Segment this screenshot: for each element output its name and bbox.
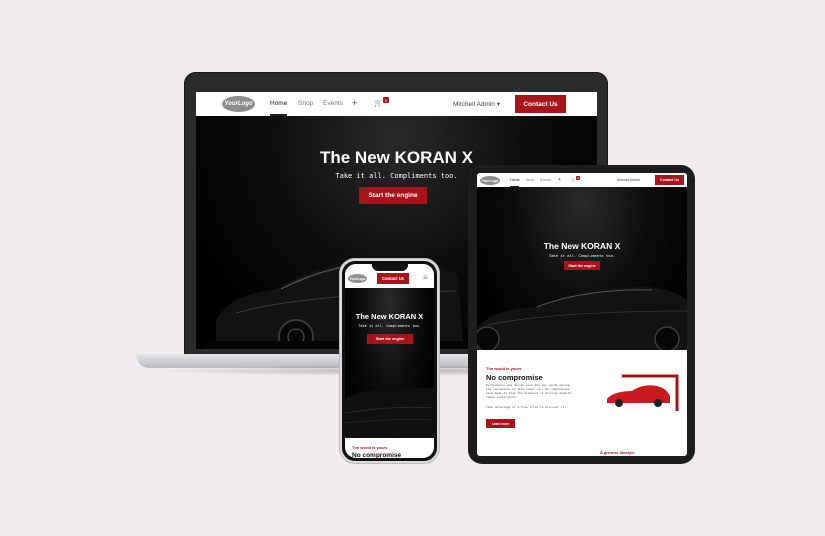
hero-subtitle: Take it all. Compliments too. [548, 253, 616, 258]
red-car-image: · · · [604, 374, 679, 418]
phone-screen: YourLogo Contact Us ≡ The New KORAN X Ta… [345, 264, 434, 458]
phone-notch [372, 264, 408, 271]
hero-subtitle: Take it all. Compliments too. [358, 324, 421, 328]
plus-icon[interactable]: + [558, 177, 561, 183]
hero-title: The New KORAN X [355, 312, 424, 321]
logo[interactable]: YourLogo [222, 96, 255, 112]
tablet-navbar: YourLogo Home Shop Events + 🛒 0 Mitchell… [477, 173, 687, 187]
cart-icon[interactable]: 🛒 [374, 99, 383, 107]
user-menu[interactable]: Mitchell Admin [617, 178, 640, 182]
cart-count-badge: 0 [576, 176, 580, 180]
contact-us-button[interactable]: Contact Us [377, 273, 409, 284]
contact-us-button[interactable]: Contact Us [515, 95, 566, 113]
section-title: No compromise [486, 373, 543, 382]
hamburger-menu-icon[interactable]: ≡ [423, 273, 428, 282]
nav-item-events[interactable]: Events [323, 100, 343, 107]
chevron-down-icon: ▾ [496, 101, 500, 108]
nav-item-shop[interactable]: Shop [526, 178, 534, 182]
next-section-heading: A greener lifestyle [600, 450, 635, 455]
plus-icon[interactable]: + [352, 98, 357, 108]
section-kicker: The world is yours [486, 366, 522, 371]
nav-item-shop[interactable]: Shop [298, 100, 313, 107]
logo[interactable]: YourLogo [348, 274, 367, 283]
user-name: Mitchell Admin [453, 101, 495, 108]
logo[interactable]: YourLogo [480, 176, 500, 185]
hero-section: The New KORAN X Take it all. Compliments… [345, 288, 434, 438]
contact-us-button[interactable]: Contact Us [655, 175, 684, 185]
cart-count-badge: 0 [383, 97, 389, 103]
hero-section: The New KORAN X Take it all. Compliments… [477, 187, 687, 350]
section-title: No compromise [352, 452, 402, 458]
start-engine-button[interactable]: Start the engine [367, 334, 413, 344]
nav-item-home[interactable]: Home [510, 178, 520, 182]
learn-more-button[interactable]: Learn more [486, 419, 515, 428]
laptop-navbar: YourLogo Home Shop Events + 🛒 0 Mitchell… [196, 92, 597, 116]
section-paragraph-trial: Take advantage of a free trial to discov… [486, 405, 567, 409]
car-image [345, 387, 434, 438]
hero-title: The New KORAN X [543, 241, 621, 251]
section-paragraph: Performance and design were the key word… [486, 383, 572, 399]
car-image [477, 287, 687, 350]
tablet-screen: YourLogo Home Shop Events + 🛒 0 Mitchell… [477, 173, 687, 456]
svg-text:· · ·: · · · [604, 414, 609, 418]
section-kicker: The world is yours [352, 445, 388, 450]
nav-item-events[interactable]: Events [540, 178, 551, 182]
nav-item-home[interactable]: Home [270, 100, 287, 107]
user-menu[interactable]: Mitchell Admin ▾ [453, 100, 500, 108]
